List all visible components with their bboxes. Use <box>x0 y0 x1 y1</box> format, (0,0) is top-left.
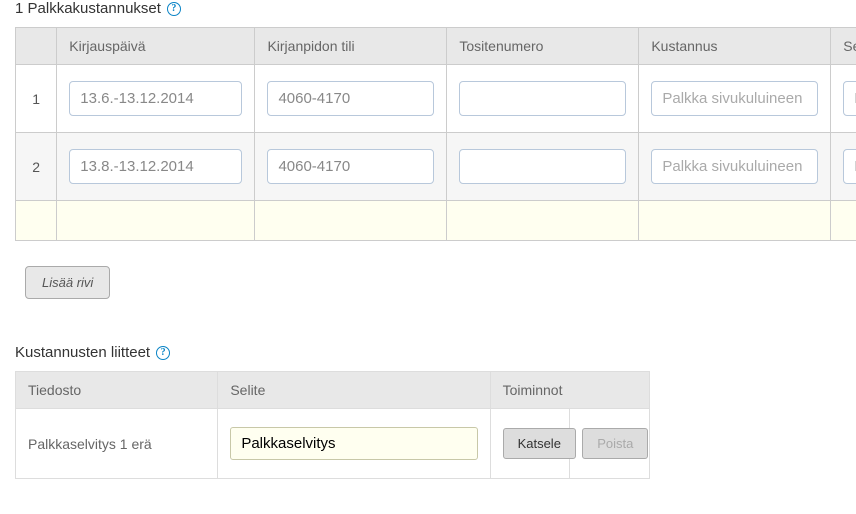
account-input[interactable] <box>267 81 434 116</box>
voucher-input[interactable] <box>459 81 626 116</box>
account-input[interactable] <box>267 149 434 184</box>
header-actions: Toiminnot <box>490 372 649 409</box>
header-account: Kirjanpidon tili <box>255 28 447 65</box>
table-row: 1 <box>16 65 856 133</box>
header-voucher: Tositenumero <box>447 28 639 65</box>
explanation-input[interactable] <box>843 149 856 184</box>
date-input[interactable] <box>69 81 242 116</box>
header-cost: Kustannus <box>639 28 831 65</box>
voucher-input[interactable] <box>459 149 626 184</box>
help-icon[interactable]: ? <box>156 346 170 360</box>
table-header-row: Kirjauspäivä Kirjanpidon tili Tositenume… <box>16 28 856 65</box>
table-row: Palkkaselvitys 1 erä Katsele Poista <box>16 409 650 479</box>
cost-input[interactable] <box>651 81 818 116</box>
header-explanation: Selite <box>831 28 856 65</box>
view-button[interactable]: Katsele <box>503 428 576 459</box>
table-header-row: Tiedosto Selite Toiminnot <box>16 372 650 409</box>
attachment-filename: Palkkaselvitys 1 erä <box>16 409 218 479</box>
delete-button: Poista <box>582 428 648 459</box>
header-file: Tiedosto <box>16 372 218 409</box>
date-input[interactable] <box>69 149 242 184</box>
header-date: Kirjauspäivä <box>57 28 255 65</box>
costs-table: Kirjauspäivä Kirjanpidon tili Tositenume… <box>15 27 856 241</box>
add-row-button[interactable]: Lisää rivi <box>25 266 110 299</box>
header-rownum <box>16 28 57 65</box>
row-number: 1 <box>16 65 57 133</box>
table-footer-row <box>16 201 856 241</box>
help-icon[interactable]: ? <box>167 2 181 16</box>
cost-input[interactable] <box>651 149 818 184</box>
attachments-table: Tiedosto Selite Toiminnot Palkkaselvitys… <box>15 371 650 479</box>
section-title-attachments: Kustannusten liitteet ? <box>15 344 841 361</box>
header-description: Selite <box>218 372 490 409</box>
section-title-attachments-text: Kustannusten liitteet <box>15 344 150 361</box>
section-title-costs-text: 1 Palkkakustannukset <box>15 0 161 17</box>
section-title-costs: 1 Palkkakustannukset ? <box>15 0 841 17</box>
description-input[interactable] <box>230 427 477 460</box>
explanation-input[interactable] <box>843 81 856 116</box>
table-row: 2 <box>16 133 856 201</box>
row-number: 2 <box>16 133 57 201</box>
